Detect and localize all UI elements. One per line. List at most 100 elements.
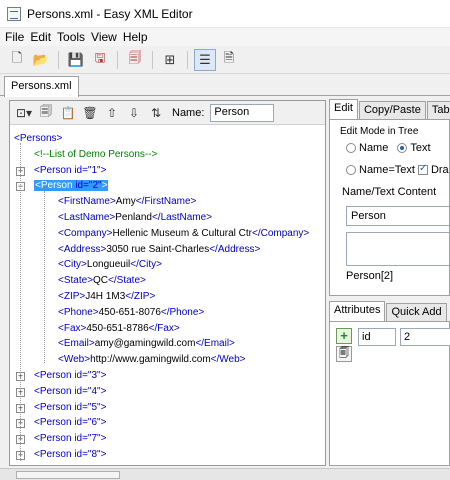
tree-node[interactable]: <State>QC</State> [58, 273, 146, 289]
tag-open: <City> [58, 259, 87, 271]
menu-tools[interactable]: Tools [54, 30, 88, 44]
tree-view-icon[interactable]: ⊞ [159, 49, 181, 71]
tab-edit[interactable]: Edit [329, 99, 358, 119]
tag-text: 450-651-8076 [98, 306, 161, 318]
radio-name[interactable] [346, 143, 356, 153]
tag-attribute: id="6" [74, 417, 101, 429]
drag-checkbox[interactable] [417, 163, 428, 175]
node-text: <Email>amy@gamingwild.com</Email> [58, 338, 235, 349]
radio-text[interactable] [397, 143, 408, 153]
tree-node[interactable]: − <Person id="2"> [16, 178, 109, 194]
tag-open: <Person [34, 385, 75, 397]
tree-node[interactable]: + <Person id="5"> [16, 400, 106, 416]
app-icon [7, 6, 21, 21]
tree-node[interactable]: <LastName>Penland</LastName> [58, 210, 212, 226]
node-text: <!--List of Demo Persons--> [34, 149, 157, 160]
tag-attribute: id="1" [74, 164, 101, 176]
attribute-name-cell[interactable]: id [358, 328, 396, 346]
tag-attribute: id="2" [75, 180, 102, 192]
menu-view[interactable]: View [88, 30, 120, 44]
tag-open: <Person [34, 433, 75, 445]
tree-node[interactable]: <Address>3050 rue Saint-Charles</Address… [58, 242, 260, 258]
tag-close: > [100, 417, 107, 429]
add-node-icon[interactable]: ⊡▾ [14, 102, 34, 124]
new-file-icon[interactable]: 🗋 [6, 49, 28, 71]
tag-end: </FirstName> [135, 196, 197, 208]
tree-node[interactable]: <ZIP>J4H 1M3</ZIP> [58, 289, 155, 305]
edit-tab-body: Edit Mode in Tree Name Text Name=Text Dr… [329, 120, 450, 296]
attribute-value-cell[interactable]: 2 [400, 328, 450, 346]
name-input[interactable]: Person [210, 103, 275, 122]
copy-attribute-icon[interactable]: 🗐 [336, 346, 352, 362]
node-text-area[interactable] [346, 232, 449, 266]
tag-open: <Person [34, 164, 75, 176]
tag-end: </State> [108, 275, 146, 287]
save-all-icon[interactable]: 🖫 [89, 49, 111, 71]
text-view-icon[interactable]: 🗎 [218, 49, 240, 71]
tag-text: Amy [115, 196, 136, 208]
node-text: <Fax>450-651-8786</Fax> [58, 323, 180, 334]
move-up-icon[interactable]: ⇧ [102, 102, 122, 124]
tag-open: <Person [34, 401, 75, 413]
copy-icon[interactable]: 🗐 [36, 102, 56, 124]
tree-node[interactable]: + <Person id="7"> [16, 431, 106, 447]
node-name-field[interactable]: Person [346, 206, 449, 226]
drag-label: Drag [430, 164, 449, 176]
paste-icon[interactable]: 📋 [58, 102, 78, 124]
xml-tree[interactable]: <Persons> <!--List of Demo Persons--> + <Pe… [10, 125, 325, 465]
node-text: <Web>http://www.gamingwild.com</Web> [58, 354, 246, 365]
tag-open: <Fax> [58, 322, 87, 334]
menu-file[interactable]: File [2, 30, 27, 44]
tree-guide [20, 143, 21, 461]
radio-name-label: Name [359, 142, 389, 154]
tag-end: </Phone> [160, 306, 205, 318]
menu-edit[interactable]: Edit [27, 30, 54, 44]
tree-layout-icon[interactable]: ☰ [194, 48, 216, 71]
tree-node[interactable]: <Web>http://www.gamingwild.com</Web> [58, 352, 246, 368]
export-icon[interactable]: 🗐 [124, 49, 146, 71]
tree-node[interactable]: + <Person id="6"> [16, 415, 107, 431]
node-text: <FirstName>Amy</FirstName> [58, 196, 196, 207]
toolbar-divider [152, 50, 153, 69]
tree-node[interactable]: <Persons> [14, 131, 62, 147]
tag-end: </Address> [209, 243, 261, 255]
node-text: <ZIP>J4H 1M3</ZIP> [58, 291, 155, 302]
tree-node[interactable]: <!--List of Demo Persons--> [34, 147, 157, 163]
tree-node[interactable]: + <Person id="3"> [16, 368, 106, 384]
tag-open: <Persons> [14, 133, 63, 144]
xml-comment: <!--List of Demo Persons--> [34, 148, 158, 160]
tab-quick-add[interactable]: Quick Add [386, 303, 447, 321]
move-down-icon[interactable]: ⇩ [124, 102, 144, 124]
tag-text: http://www.gamingwild.com [90, 354, 211, 366]
menu-help[interactable]: Help [120, 30, 151, 44]
window-title: Persons.xml - Easy XML Editor [27, 6, 193, 21]
tag-open: <LastName> [58, 212, 116, 223]
tag-open: <Person [34, 417, 75, 429]
tree-node[interactable]: <Phone>450-651-8076</Phone> [58, 305, 204, 321]
tree-node[interactable]: <FirstName>Amy</FirstName> [58, 194, 196, 210]
delete-icon[interactable]: 🗑 [80, 102, 100, 124]
tab-attributes[interactable]: Attributes [329, 301, 386, 321]
save-icon[interactable]: 💾 [65, 49, 87, 71]
tab-table[interactable]: Table [426, 101, 450, 119]
status-bar [0, 468, 450, 480]
open-folder-icon[interactable]: 📂 [30, 49, 52, 71]
tree-node[interactable]: <Company>Hellenic Museum & Cultural Ctr<… [58, 226, 309, 242]
tree-node[interactable]: + <Person id="8"> [16, 447, 106, 463]
node-text: <Persons> [14, 133, 62, 144]
tree-node[interactable]: <City>Longueuil</City> [58, 257, 162, 273]
tag-close: > [100, 385, 107, 397]
tag-open: <State> [58, 275, 94, 287]
node-text: <Person id="7"> [34, 433, 106, 444]
tree-node[interactable]: <Email>amy@gamingwild.com</Email> [58, 336, 235, 352]
radio-name-text[interactable] [346, 165, 356, 175]
tab-persons-xml[interactable]: Persons.xml [4, 76, 79, 97]
tree-node[interactable]: + <Person id="4"> [16, 384, 107, 400]
tree-node[interactable]: + <Person id="1"> [16, 163, 106, 179]
add-attribute-icon[interactable]: + [336, 328, 352, 344]
tag-open: <FirstName> [58, 196, 116, 208]
tag-open: <Person [35, 180, 76, 192]
tab-copy-paste[interactable]: Copy/Paste [358, 101, 426, 119]
sort-icon[interactable]: ⇅ [146, 102, 166, 124]
tree-node[interactable]: <Fax>450-651-8786</Fax> [58, 321, 180, 337]
